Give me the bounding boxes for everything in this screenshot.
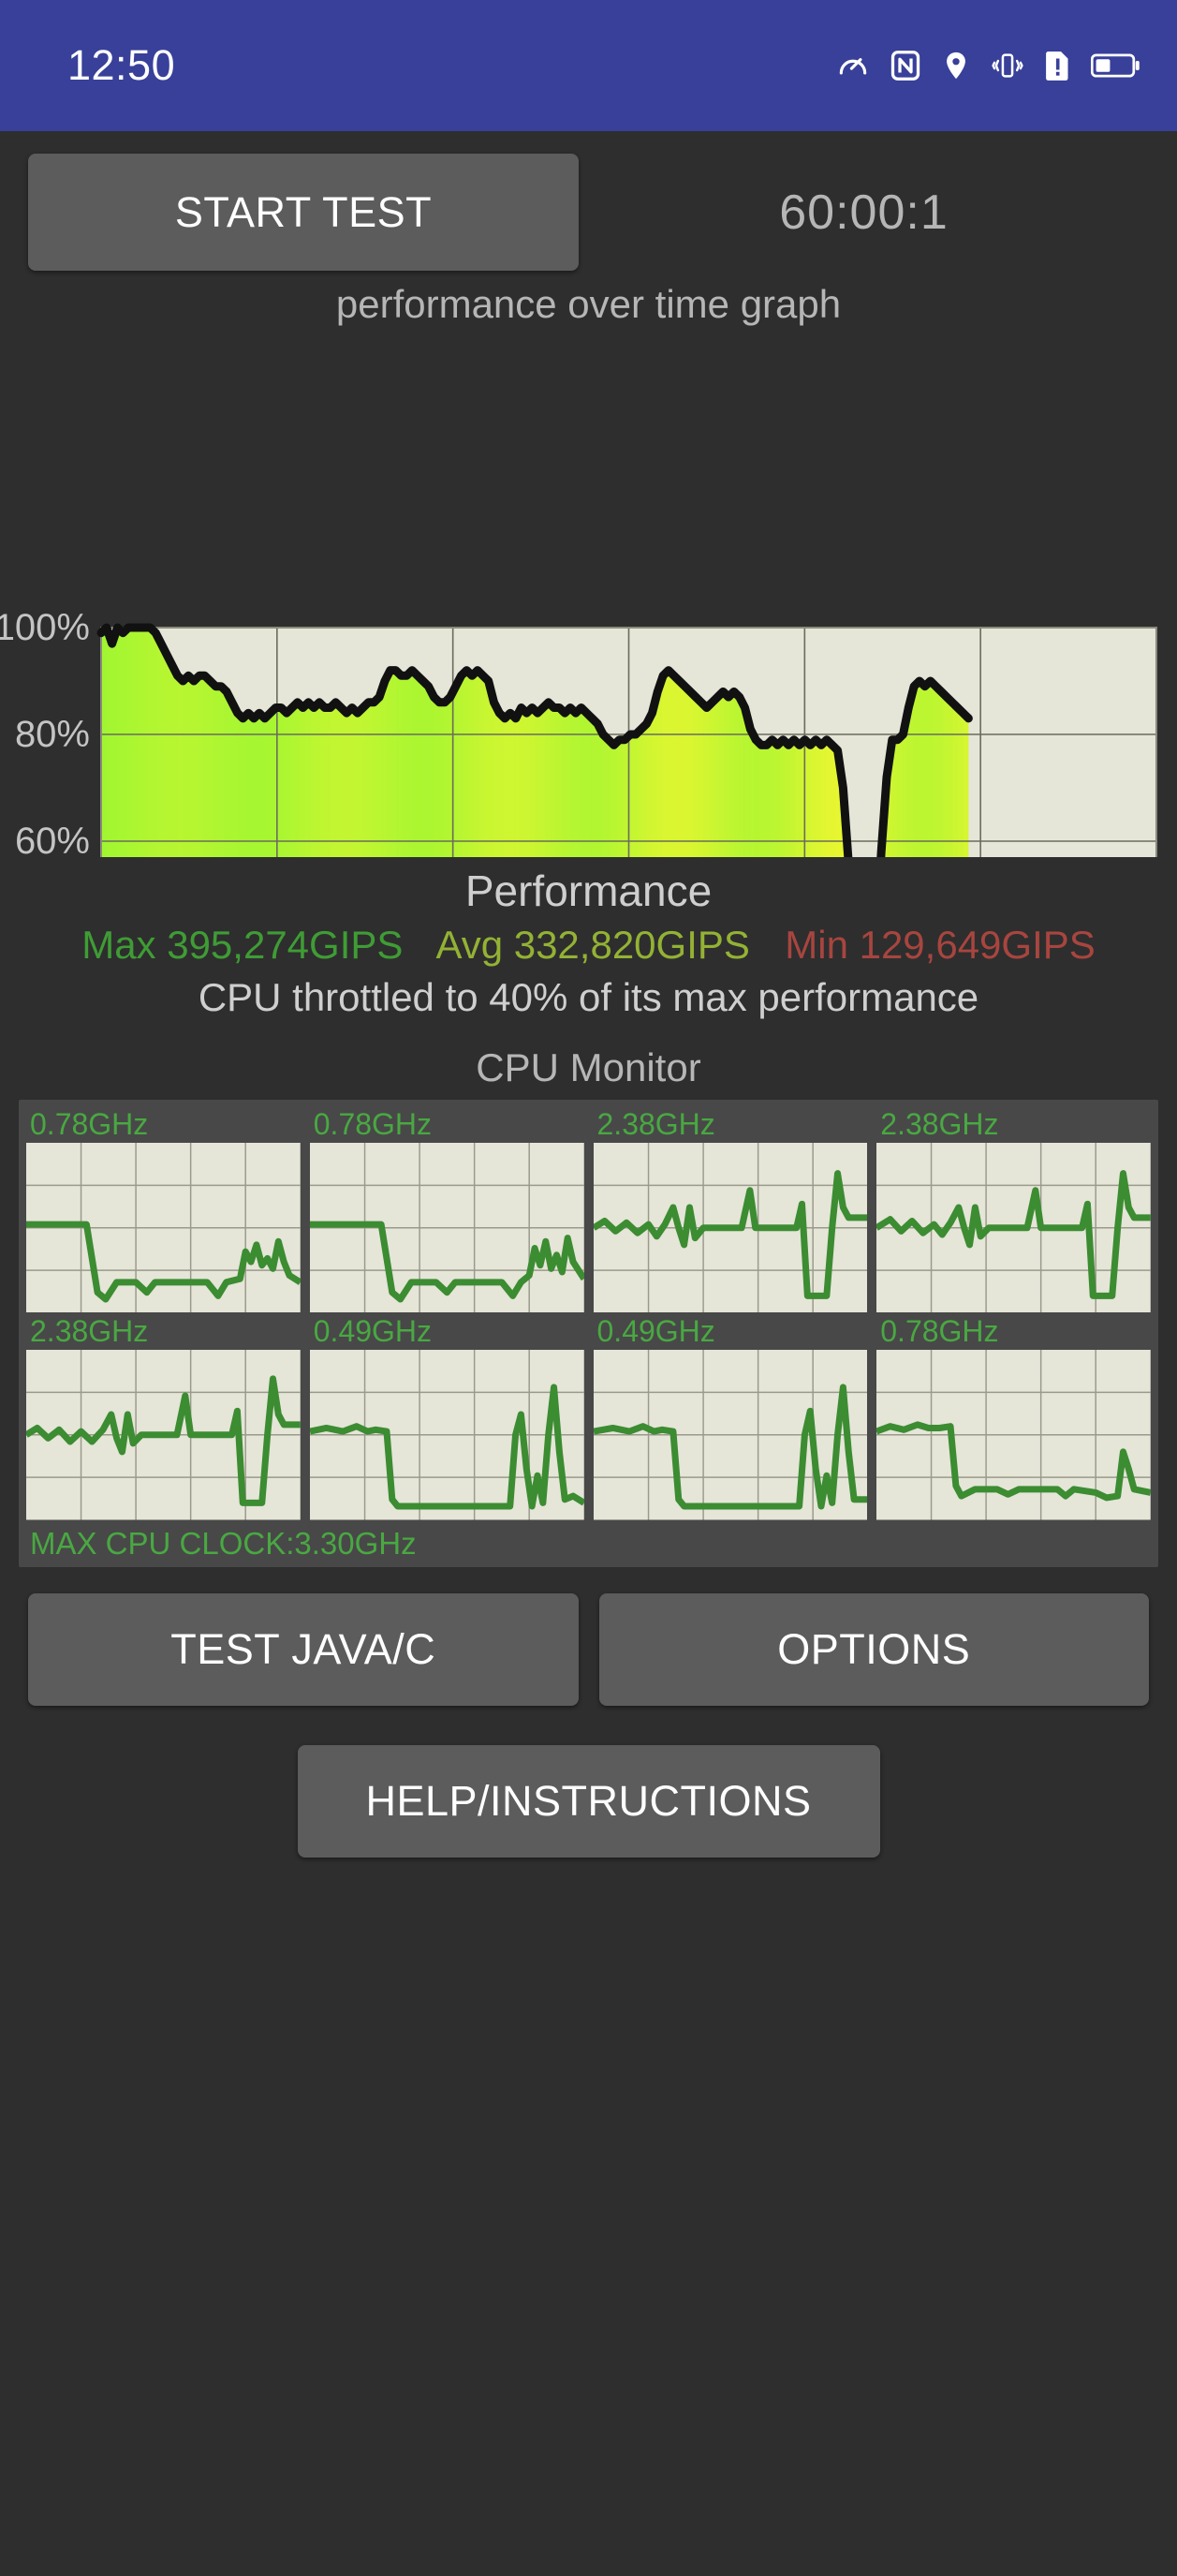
cpu-core-graph xyxy=(593,1142,868,1313)
performance-stats: Max 395,274GIPS Avg 332,820GIPS Min 129,… xyxy=(0,919,1177,972)
chart-ytick-label: 60% xyxy=(15,821,90,857)
cpu-core-label: 0.78GHz xyxy=(30,1106,149,1141)
start-test-button[interactable]: START TEST xyxy=(28,154,579,271)
cpu-core-row: 2.38GHz 0.49GHz 0.49GHz 0.78GHz xyxy=(26,1312,1151,1520)
data-saver-icon xyxy=(835,48,871,83)
top-controls: START TEST 60:00:1 xyxy=(0,131,1177,276)
test-timer: 60:00:1 xyxy=(779,185,949,240)
cpu-core-0: 0.78GHz xyxy=(26,1105,301,1313)
options-button[interactable]: OPTIONS xyxy=(598,1592,1149,1706)
nfc-icon xyxy=(889,49,922,82)
cpu-core-graph xyxy=(309,1142,584,1313)
test-java-c-button[interactable]: TEST JAVA/C xyxy=(28,1592,579,1706)
cpu-core-label: 2.38GHz xyxy=(30,1314,149,1349)
cpu-core-graph xyxy=(593,1350,868,1520)
help-instructions-button[interactable]: HELP/INSTRUCTIONS xyxy=(297,1744,880,1858)
cpu-core-label: 0.78GHz xyxy=(880,1314,999,1349)
action-button-row: TEST JAVA/C OPTIONS xyxy=(0,1567,1177,1706)
cpu-monitor-panel: 0.78GHz 0.78GHz 2.38GHz 2.38GHz 2.38GHz … xyxy=(19,1099,1158,1567)
status-icon-tray xyxy=(835,48,1140,83)
cpu-core-2: 2.38GHz xyxy=(593,1105,868,1313)
cpu-core-5: 0.49GHz xyxy=(309,1312,584,1520)
sim-alert-icon xyxy=(1043,49,1073,82)
max-cpu-clock-label: MAX CPU CLOCK:3.30GHz xyxy=(30,1525,417,1561)
cpu-core-4: 2.38GHz xyxy=(26,1312,301,1520)
performance-chart: performance over time graph 100%80%60%40… xyxy=(0,276,1177,857)
status-bar: 12:50 xyxy=(0,0,1177,131)
cpu-core-label: 0.49GHz xyxy=(313,1314,433,1349)
cpu-core-1: 0.78GHz xyxy=(309,1105,584,1313)
cpu-core-graph xyxy=(26,1350,301,1520)
cpu-core-7: 0.78GHz xyxy=(876,1312,1151,1520)
vibrate-icon xyxy=(990,50,1025,81)
cpu-core-label: 0.49GHz xyxy=(596,1314,715,1349)
avg-gips-value: Avg 332,820GIPS xyxy=(435,922,750,967)
cpu-core-label: 2.38GHz xyxy=(880,1106,999,1141)
cpu-core-graph xyxy=(26,1142,301,1313)
chart-canvas: 100%80%60%40%20%0time(interval 10min) xyxy=(0,607,1157,857)
cpu-monitor-heading: CPU Monitor xyxy=(476,1044,701,1089)
cpu-core-graph xyxy=(309,1350,584,1520)
cpu-core-6: 0.49GHz xyxy=(593,1312,868,1520)
throttle-note: CPU throttled to 40% of its max performa… xyxy=(198,975,979,1020)
chart-ytick-label: 80% xyxy=(15,714,90,755)
min-gips-value: Min 129,649GIPS xyxy=(785,922,1096,967)
status-clock: 12:50 xyxy=(67,41,176,89)
performance-summary: Performance Max 395,274GIPS Avg 332,820G… xyxy=(0,857,1177,1025)
chart-ytick-label: 100% xyxy=(0,607,90,648)
battery-icon xyxy=(1091,52,1140,80)
help-button-row: HELP/INSTRUCTIONS xyxy=(0,1706,1177,1858)
cpu-core-3: 2.38GHz xyxy=(876,1105,1151,1313)
cpu-core-label: 0.78GHz xyxy=(313,1106,433,1141)
max-gips-value: Max 395,274GIPS xyxy=(81,922,404,967)
cpu-core-graph xyxy=(876,1142,1151,1313)
performance-heading: Performance xyxy=(464,866,713,915)
cpu-core-label: 2.38GHz xyxy=(596,1106,715,1141)
location-pin-icon xyxy=(940,50,972,81)
cpu-core-graph xyxy=(876,1350,1151,1520)
cpu-core-row: 0.78GHz 0.78GHz 2.38GHz 2.38GHz xyxy=(26,1105,1151,1313)
